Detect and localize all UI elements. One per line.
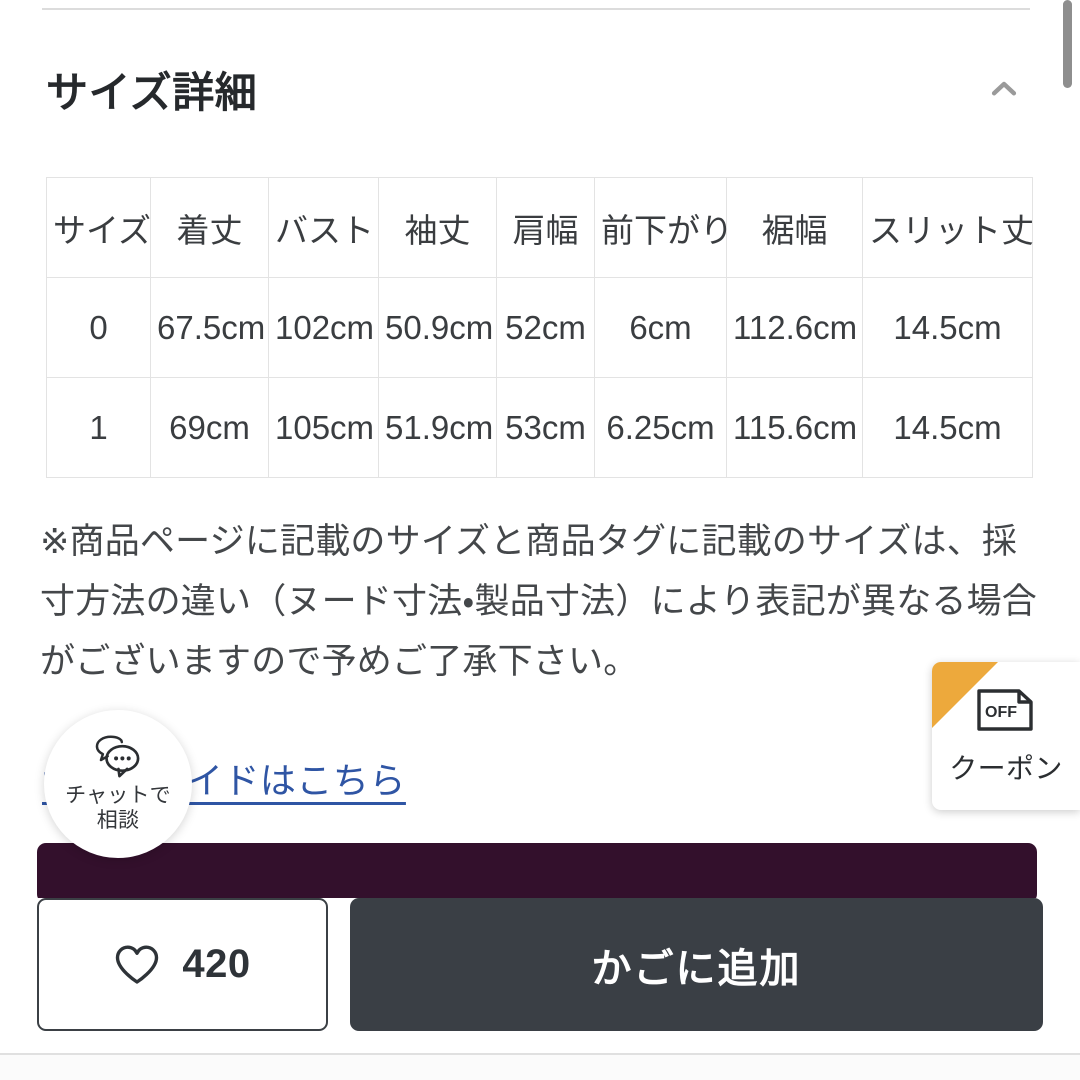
measurement-disclaimer-text: ※商品ページに記載のサイズと商品タグに記載のサイズは、採寸方法の違い（ヌード寸法…	[40, 522, 1038, 682]
bottom-strip	[0, 1055, 1080, 1080]
size-detail-section-header: サイズ詳細	[0, 46, 1080, 132]
table-cell: 51.9cm	[378, 377, 497, 478]
scrollbar-thumb[interactable]	[1063, 0, 1072, 88]
heart-icon	[116, 945, 159, 984]
table-header-row: サイズ 着丈 バスト 袖丈 肩幅 前下がり 裾幅 スリット丈	[46, 177, 1034, 278]
table-cell: 52cm	[496, 277, 595, 378]
table-cell: 14.5cm	[862, 277, 1033, 378]
table-header-cell: 袖丈	[378, 177, 497, 278]
table-cell: 112.6cm	[726, 277, 863, 378]
table-cell: 53cm	[496, 377, 595, 478]
table-header-cell: 前下がり	[594, 177, 733, 278]
coupon-off-text: OFF	[985, 704, 1017, 721]
table-row: 0 67.5cm 102cm 50.9cm 52cm 6cm 112.6cm 1…	[46, 277, 1033, 378]
table-row: 1 69cm 105cm 51.9cm 53cm 6.25cm 115.6cm …	[46, 377, 1033, 478]
chat-bubbles-icon	[95, 735, 140, 778]
chat-label-line2: 相談	[96, 808, 140, 832]
chevron-up-icon	[991, 81, 1017, 96]
favorite-count: 420	[182, 942, 251, 986]
table-cell: 102cm	[268, 277, 379, 378]
top-divider	[42, 8, 1030, 10]
table-header-cell: スリット丈	[862, 177, 1034, 278]
table-cell: 6.25cm	[594, 377, 727, 478]
favorite-button[interactable]: 420	[37, 898, 328, 1031]
page-title: サイズ詳細	[46, 68, 258, 116]
table-cell: 50.9cm	[378, 277, 497, 378]
table-header-cell: 裾幅	[726, 177, 863, 278]
table-cell: 6cm	[594, 277, 727, 378]
table-cell: 0	[46, 277, 151, 378]
table-cell: 1	[46, 377, 151, 478]
table-cell: 105cm	[268, 377, 379, 478]
table-cell: 67.5cm	[150, 277, 269, 378]
scrollbar-track[interactable]	[1063, 0, 1076, 1080]
size-detail-table: サイズ 着丈 バスト 袖丈 肩幅 前下がり 裾幅 スリット丈 0 67.5cm …	[46, 177, 1034, 478]
add-to-cart-button[interactable]: かごに追加	[350, 898, 1043, 1031]
table-header-cell: 着丈	[150, 177, 269, 278]
collapse-section-button[interactable]	[974, 59, 1034, 119]
table-cell: 115.6cm	[726, 377, 863, 478]
product-action-bar: 420 かごに追加	[0, 898, 1080, 1053]
coupon-button[interactable]: OFF クーポン	[932, 662, 1080, 810]
table-cell: 14.5cm	[862, 377, 1033, 478]
promo-banner[interactable]	[37, 843, 1037, 903]
table-header-cell: 肩幅	[496, 177, 595, 278]
chat-consultation-button[interactable]: チャットで 相談	[44, 710, 192, 858]
size-detail-table-container: サイズ 着丈 バスト 袖丈 肩幅 前下がり 裾幅 スリット丈 0 67.5cm …	[46, 177, 1034, 478]
coupon-label: クーポン	[949, 753, 1063, 784]
table-cell: 69cm	[150, 377, 269, 478]
chat-consultation-label: チャットで 相談	[65, 784, 171, 834]
table-header-cell: バスト	[268, 177, 379, 278]
chat-label-line1: チャットで	[65, 783, 171, 807]
coupon-off-icon: OFF	[977, 689, 1033, 731]
table-header-cell: サイズ	[46, 177, 151, 278]
